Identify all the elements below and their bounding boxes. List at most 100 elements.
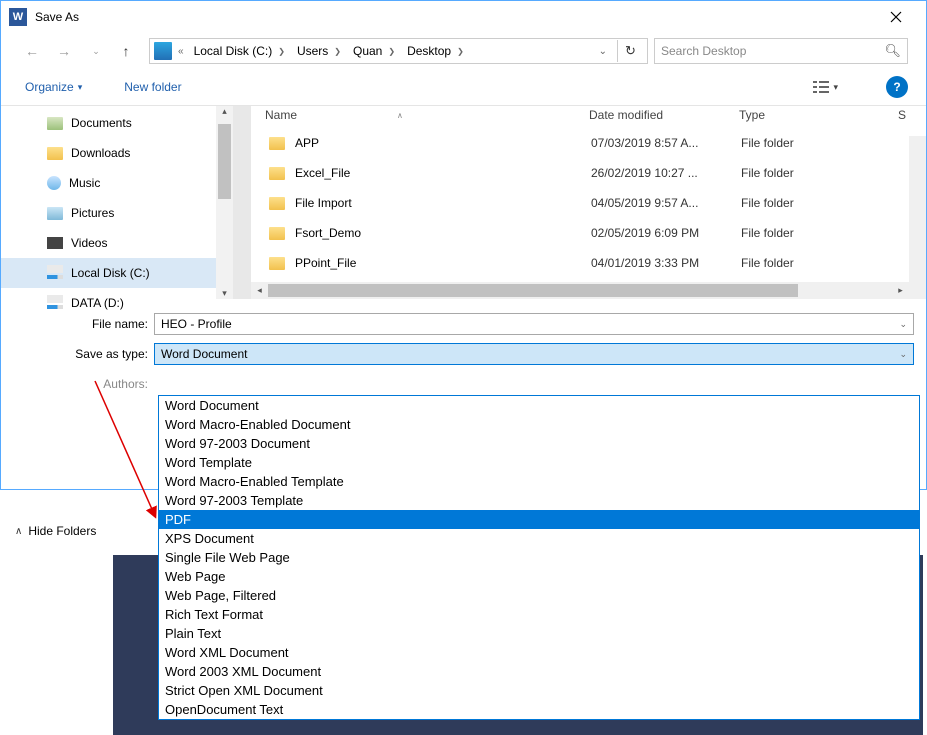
breadcrumb-bar[interactable]: « Local Disk (C:)❯Users❯Quan❯Desktop❯ ⌄ …: [149, 38, 648, 64]
change-view-button[interactable]: ▾: [805, 77, 846, 97]
file-name: Fsort_Demo: [295, 226, 591, 240]
file-row[interactable]: Fsort_Demo02/05/2019 6:09 PMFile folder: [251, 218, 926, 248]
breadcrumb-item[interactable]: Desktop❯: [401, 41, 470, 61]
new-folder-button[interactable]: New folder: [118, 76, 187, 98]
chevron-up-icon: ∧: [15, 526, 22, 537]
savetype-option[interactable]: Web Page: [159, 567, 919, 586]
savetype-option[interactable]: Single File Web Page: [159, 548, 919, 567]
tree-item-label: Music: [69, 176, 100, 190]
navigation-pane: Documents Downloads Music Pictures Videos Loc…: [1, 106, 233, 299]
savetype-option[interactable]: Word 2003 XML Document: [159, 662, 919, 681]
breadcrumb-overflow-icon[interactable]: «: [176, 46, 186, 57]
col-date-header[interactable]: Date modified: [575, 108, 725, 122]
file-type: File folder: [741, 196, 841, 210]
col-type-header[interactable]: Type: [725, 108, 825, 122]
col-name-header[interactable]: Name ∧: [251, 108, 575, 122]
file-type: File folder: [741, 226, 841, 240]
hscroll-right-icon: ▸: [892, 282, 909, 299]
file-date: 26/02/2019 10:27 ...: [591, 166, 741, 180]
breadcrumb-item[interactable]: Local Disk (C:)❯: [188, 41, 291, 61]
file-row[interactable]: File Import04/05/2019 9:57 A...File fold…: [251, 188, 926, 218]
tree-item[interactable]: Videos: [1, 228, 233, 258]
file-vscrollbar[interactable]: [909, 136, 926, 282]
hscroll-thumb[interactable]: [268, 284, 798, 297]
file-name: PPoint_File: [295, 256, 591, 270]
organize-button[interactable]: Organize ▾: [19, 76, 88, 98]
chevron-right-icon: ❯: [457, 47, 464, 56]
search-icon: 🔍︎: [884, 43, 901, 59]
help-button[interactable]: ?: [886, 76, 908, 98]
splitter[interactable]: [233, 106, 251, 299]
file-type: File folder: [741, 136, 841, 150]
filename-input[interactable]: HEO - Profile ⌄: [154, 313, 914, 335]
file-row[interactable]: PPoint_File04/01/2019 3:33 PMFile folder: [251, 248, 926, 278]
savetype-option[interactable]: Word 97-2003 Template: [159, 491, 919, 510]
tree-item[interactable]: Music: [1, 168, 233, 198]
folder-icon: [269, 167, 285, 180]
authors-label: Authors:: [1, 377, 154, 391]
hide-folders-button[interactable]: ∧ Hide Folders: [1, 516, 96, 546]
documents-icon: [47, 117, 63, 130]
file-row[interactable]: Excel_File26/02/2019 10:27 ...File folde…: [251, 158, 926, 188]
savetype-option[interactable]: Word Document: [159, 396, 919, 415]
navpane-scroll-thumb[interactable]: [218, 124, 231, 199]
scroll-down-icon: ▾: [222, 288, 227, 299]
search-placeholder: Search Desktop: [661, 44, 884, 58]
savetype-option[interactable]: Web Page, Filtered: [159, 586, 919, 605]
file-row[interactable]: APP07/03/2019 8:57 A...File folder: [251, 128, 926, 158]
refresh-button[interactable]: ↻: [617, 40, 643, 62]
toolbar: Organize ▾ New folder ▾ ?: [1, 69, 926, 105]
folder-icon: [47, 147, 63, 160]
savetype-option[interactable]: Plain Text: [159, 624, 919, 643]
close-button[interactable]: [873, 2, 918, 32]
list-view-icon: [813, 81, 829, 93]
tree-item-label: DATA (D:): [71, 296, 124, 310]
col-size-header[interactable]: S: [884, 108, 926, 122]
savetype-option[interactable]: Word Macro-Enabled Document: [159, 415, 919, 434]
savetype-option[interactable]: Word Macro-Enabled Template: [159, 472, 919, 491]
savetype-option[interactable]: Word XML Document: [159, 643, 919, 662]
tree-item[interactable]: Local Disk (C:): [1, 258, 233, 288]
savetype-option[interactable]: PDF: [159, 510, 919, 529]
path-dropdown-icon[interactable]: ⌄: [593, 46, 613, 57]
file-name: Excel_File: [295, 166, 591, 180]
close-icon: [890, 11, 902, 23]
breadcrumb-item[interactable]: Users❯: [291, 41, 347, 61]
savetype-option[interactable]: Word Template: [159, 453, 919, 472]
back-button[interactable]: ←: [19, 38, 45, 64]
music-icon: [47, 176, 61, 190]
savetype-option[interactable]: Strict Open XML Document: [159, 681, 919, 700]
file-list: APP07/03/2019 8:57 A...File folderExcel_…: [251, 124, 926, 282]
file-hscrollbar[interactable]: ◂ ▸: [251, 282, 926, 299]
video-icon: [47, 237, 63, 249]
recent-dropdown[interactable]: ⌄: [83, 38, 109, 64]
tree-item[interactable]: Downloads: [1, 138, 233, 168]
tree-item[interactable]: Documents: [1, 108, 233, 138]
file-date: 04/05/2019 9:57 A...: [591, 196, 741, 210]
file-date: 07/03/2019 8:57 A...: [591, 136, 741, 150]
file-type: File folder: [741, 256, 841, 270]
savetype-dropdown-list[interactable]: Word DocumentWord Macro-Enabled Document…: [158, 395, 920, 720]
scroll-up-icon: ▴: [222, 106, 227, 117]
savetype-select[interactable]: Word Document ⌄: [154, 343, 914, 365]
tree-item-label: Pictures: [71, 206, 114, 220]
savetype-option[interactable]: Rich Text Format: [159, 605, 919, 624]
savetype-option[interactable]: OpenDocument Text: [159, 700, 919, 719]
forward-button[interactable]: →: [51, 38, 77, 64]
dropdown-arrow-icon: ⌄: [899, 319, 907, 330]
tree-item[interactable]: Pictures: [1, 198, 233, 228]
savetype-option[interactable]: XPS Document: [159, 529, 919, 548]
explorer-body: Documents Downloads Music Pictures Videos Loc…: [1, 105, 926, 299]
search-input[interactable]: Search Desktop 🔍︎: [654, 38, 908, 64]
tree-item-label: Downloads: [71, 146, 130, 160]
savetype-option[interactable]: Word 97-2003 Document: [159, 434, 919, 453]
folder-icon: [269, 197, 285, 210]
breadcrumb-item[interactable]: Quan❯: [347, 41, 401, 61]
column-headers: Name ∧ Date modified Type S: [251, 106, 926, 124]
chevron-right-icon: ❯: [278, 47, 285, 56]
savetype-label: Save as type:: [1, 347, 154, 361]
tree-item-label: Videos: [71, 236, 107, 250]
up-button[interactable]: ↑: [115, 40, 137, 62]
chevron-right-icon: ❯: [334, 47, 341, 56]
file-type: File folder: [741, 166, 841, 180]
